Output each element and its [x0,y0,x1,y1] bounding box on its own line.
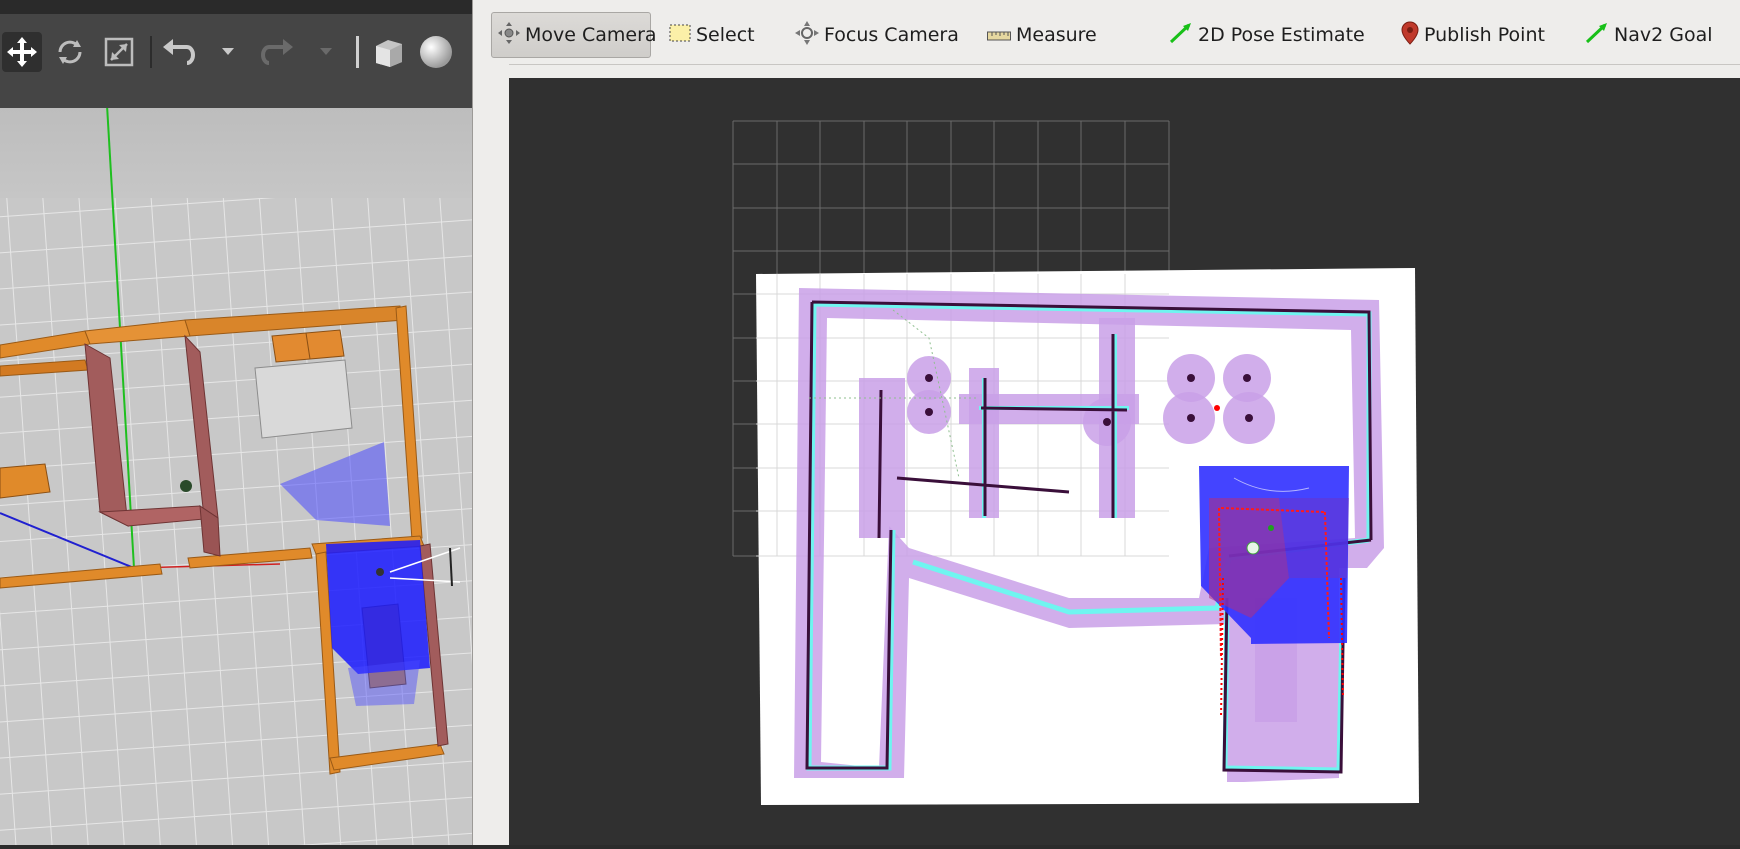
tool-focus-camera-label: Focus Camera [824,24,959,46]
tool-move-camera[interactable]: Move Camera [491,12,657,58]
measure-icon [987,24,1011,46]
tool-measure-label: Measure [1016,24,1097,46]
gazebo-3d-viewport[interactable] [0,108,472,845]
tool-2d-pose-estimate-label: 2D Pose Estimate [1198,24,1365,46]
rviz-window: Move Camera Select Focus Camera Measure [473,0,1740,845]
redo-dropdown-icon[interactable] [318,32,334,72]
tool-select-label: Select [696,24,755,46]
undo-dropdown-icon[interactable] [220,32,236,72]
map-pin-icon [1401,20,1419,50]
redo-icon[interactable] [258,32,298,72]
rviz-scene [732,120,1419,805]
rviz-tool-bar: Move Camera Select Focus Camera Measure [473,0,1740,65]
gazebo-title-strip [0,0,472,14]
sphere-shape-icon[interactable] [416,32,456,72]
rotate-icon[interactable] [52,32,88,72]
tool-nav2-goal-label: Nav2 Goal [1614,24,1713,46]
tool-measure[interactable]: Measure [981,12,1101,58]
tool-2d-pose-estimate[interactable]: 2D Pose Estimate [1163,12,1365,58]
green-arrow-icon [1585,22,1609,49]
tool-nav2-goal[interactable]: Nav2 Goal [1579,12,1713,58]
laser-scan-point [1214,405,1220,411]
scale-icon[interactable] [100,32,138,72]
tool-move-camera-label: Move Camera [525,24,657,46]
gazebo-ground-grid [0,198,472,845]
tool-focus-camera[interactable]: Focus Camera [789,12,965,58]
select-icon [669,23,691,48]
box-shape-icon[interactable] [368,32,408,72]
tool-publish-point-label: Publish Point [1424,24,1545,46]
green-arrow-icon [1169,22,1193,49]
translate-icon[interactable] [2,32,42,72]
move-camera-icon [498,21,520,49]
rviz-3d-render-panel[interactable] [509,78,1740,845]
focus-camera-icon [795,20,819,50]
gazebo-toolbar [0,0,472,108]
tool-publish-point[interactable]: Publish Point [1395,12,1555,58]
rviz-left-frame [473,64,509,845]
tool-select[interactable]: Select [663,12,767,58]
undo-icon[interactable] [158,32,198,72]
gazebo-window [0,0,472,845]
